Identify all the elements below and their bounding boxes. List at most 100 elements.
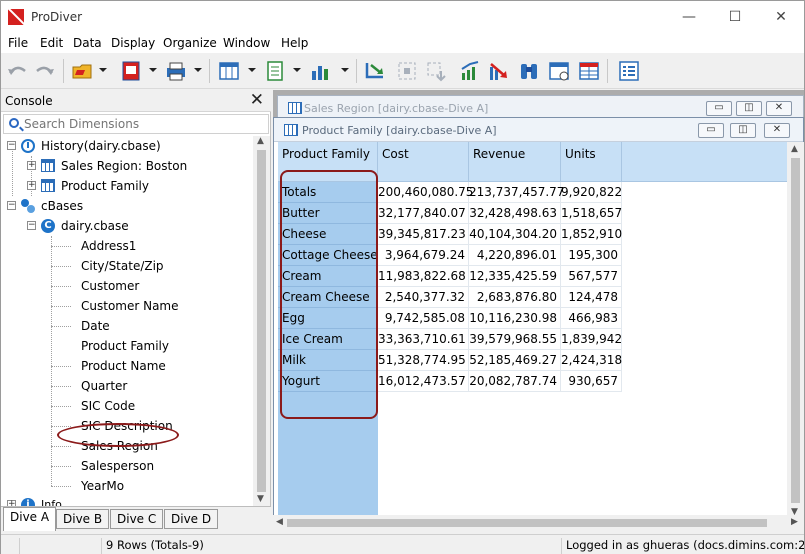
header-cost[interactable]: Cost bbox=[378, 142, 469, 182]
minimize-button[interactable]: — bbox=[666, 1, 712, 33]
tree-history-sales-region[interactable]: Sales Region: Boston bbox=[61, 156, 187, 176]
row-cost-cell[interactable]: 16,012,473.57 bbox=[378, 371, 469, 392]
console-scrollbar[interactable]: ▲ ▼ bbox=[253, 136, 270, 508]
scroll-thumb[interactable] bbox=[287, 519, 767, 527]
trend-down-icon[interactable] bbox=[487, 59, 511, 83]
row-revenue-cell[interactable]: 12,335,425.59 bbox=[469, 266, 561, 287]
row-units-cell[interactable]: 466,983 bbox=[561, 308, 622, 329]
binoculars-icon[interactable] bbox=[517, 59, 541, 83]
row-cost-cell[interactable]: 9,742,585.08 bbox=[378, 308, 469, 329]
scroll-up-icon[interactable]: ▲ bbox=[791, 144, 798, 154]
print-icon[interactable] bbox=[164, 59, 188, 83]
row-revenue-cell[interactable]: 2,683,876.80 bbox=[469, 287, 561, 308]
grid-window-icon[interactable] bbox=[577, 59, 601, 83]
drill-fit-icon[interactable] bbox=[395, 59, 419, 83]
search-dimensions[interactable] bbox=[3, 114, 269, 134]
row-revenue-cell[interactable]: 213,737,457.77 bbox=[469, 182, 564, 203]
dimension-salesperson[interactable]: Salesperson bbox=[81, 456, 154, 476]
close-button[interactable]: ✕ bbox=[758, 1, 804, 33]
scroll-thumb[interactable] bbox=[791, 158, 800, 503]
print-dropdown-arrow[interactable] bbox=[194, 68, 202, 72]
row-units-cell[interactable]: 195,300 bbox=[561, 245, 622, 266]
row-cost-cell[interactable]: 32,177,840.07 bbox=[378, 203, 469, 224]
dimension-product-family[interactable]: Product Family bbox=[81, 336, 169, 356]
collapse-icon[interactable]: − bbox=[7, 201, 16, 210]
scroll-up-icon[interactable]: ▲ bbox=[257, 136, 264, 146]
tree-info[interactable]: Info bbox=[41, 495, 62, 506]
header-revenue[interactable]: Revenue bbox=[469, 142, 561, 182]
scroll-down-icon[interactable]: ▼ bbox=[257, 494, 264, 504]
dimension-customer[interactable]: Customer bbox=[81, 276, 139, 296]
row-units-cell[interactable]: 1,518,657 bbox=[561, 203, 622, 224]
child-close-button[interactable]: ✕ bbox=[764, 123, 790, 138]
row-cost-cell[interactable]: 39,345,817.23 bbox=[378, 224, 469, 245]
header-units[interactable]: Units bbox=[561, 142, 622, 182]
dimension-date[interactable]: Date bbox=[81, 316, 110, 336]
row-revenue-cell[interactable]: 20,082,787.74 bbox=[469, 371, 561, 392]
menu-display[interactable]: Display bbox=[111, 36, 155, 50]
open-dive-icon[interactable] bbox=[71, 59, 95, 83]
child-minimize-button[interactable]: ▭ bbox=[706, 101, 732, 116]
dimension-address1[interactable]: Address1 bbox=[81, 236, 136, 256]
row-units-cell[interactable]: 1,839,942 bbox=[561, 329, 622, 350]
scroll-right-icon[interactable]: ▶ bbox=[791, 517, 798, 527]
child-minimize-button[interactable]: ▭ bbox=[698, 123, 724, 138]
menu-data[interactable]: Data bbox=[73, 36, 102, 50]
menu-edit[interactable]: Edit bbox=[40, 36, 63, 50]
row-units-cell[interactable]: 1,852,910 bbox=[561, 224, 622, 245]
collapse-icon[interactable]: − bbox=[27, 221, 36, 230]
table-layout-icon[interactable] bbox=[217, 59, 241, 83]
search-input[interactable] bbox=[24, 116, 264, 132]
menu-file[interactable]: File bbox=[8, 36, 28, 50]
tree-history-product-family[interactable]: Product Family bbox=[61, 176, 149, 196]
menu-organize[interactable]: Organize bbox=[163, 36, 217, 50]
chart-icon[interactable] bbox=[309, 59, 333, 83]
row-cost-cell[interactable]: 2,540,377.32 bbox=[378, 287, 469, 308]
expand-icon[interactable]: + bbox=[27, 161, 36, 170]
drill-down-icon[interactable] bbox=[425, 59, 449, 83]
dimension-sic-code[interactable]: SIC Code bbox=[81, 396, 135, 416]
scroll-thumb[interactable] bbox=[257, 150, 266, 492]
dimension-quarter[interactable]: Quarter bbox=[81, 376, 127, 396]
redo-icon[interactable] bbox=[33, 59, 57, 83]
row-units-cell[interactable]: 930,657 bbox=[561, 371, 622, 392]
dive-book-icon[interactable] bbox=[119, 59, 143, 83]
dimension-product-name[interactable]: Product Name bbox=[81, 356, 166, 376]
row-revenue-cell[interactable]: 4,220,896.01 bbox=[469, 245, 561, 266]
row-units-cell[interactable]: 9,920,822 bbox=[561, 182, 622, 203]
trend-up-icon[interactable] bbox=[459, 59, 483, 83]
row-cost-cell[interactable]: 11,983,822.68 bbox=[378, 266, 469, 287]
maximize-button[interactable]: ☐ bbox=[712, 1, 758, 33]
row-cost-cell[interactable]: 3,964,679.24 bbox=[378, 245, 469, 266]
row-revenue-cell[interactable]: 40,104,304.20 bbox=[469, 224, 561, 245]
row-cost-cell[interactable]: 51,328,774.95 bbox=[378, 350, 469, 371]
document-dropdown-arrow[interactable] bbox=[293, 68, 301, 72]
expand-icon[interactable]: + bbox=[27, 181, 36, 190]
undo-icon[interactable] bbox=[5, 59, 29, 83]
grid-vertical-scrollbar[interactable]: ▲ ▼ bbox=[787, 142, 804, 522]
child-close-button[interactable]: ✕ bbox=[766, 101, 792, 116]
dive-dropdown-arrow[interactable] bbox=[149, 68, 157, 72]
child-restore-button[interactable]: ◫ bbox=[730, 123, 756, 138]
dimension-city-state-zip[interactable]: City/State/Zip bbox=[81, 256, 164, 276]
menu-help[interactable]: Help bbox=[281, 36, 308, 50]
row-revenue-cell[interactable]: 10,116,230.98 bbox=[469, 308, 561, 329]
list-icon[interactable] bbox=[617, 59, 641, 83]
tab-dive-b[interactable]: Dive B bbox=[56, 509, 110, 529]
menu-window[interactable]: Window bbox=[223, 36, 270, 50]
console-close-icon[interactable]: ✕ bbox=[250, 90, 264, 110]
tree-cbase-dairy[interactable]: dairy.cbase bbox=[61, 216, 129, 236]
tab-dive-a[interactable]: Dive A bbox=[3, 507, 57, 531]
document-icon[interactable] bbox=[263, 59, 287, 83]
calendar-grid-icon[interactable] bbox=[547, 59, 571, 83]
dimension-customer-name[interactable]: Customer Name bbox=[81, 296, 179, 316]
tree-history[interactable]: History(dairy.cbase) bbox=[41, 136, 161, 156]
collapse-icon[interactable]: − bbox=[7, 141, 16, 150]
grid-horizontal-scrollbar[interactable]: ◀ ▶ bbox=[273, 515, 804, 531]
row-revenue-cell[interactable]: 32,428,498.63 bbox=[469, 203, 561, 224]
chart-dropdown-arrow[interactable] bbox=[341, 68, 349, 72]
row-cost-cell[interactable]: 33,363,710.61 bbox=[378, 329, 469, 350]
dimension-yearmo[interactable]: YearMo bbox=[81, 476, 124, 496]
row-revenue-cell[interactable]: 52,185,469.27 bbox=[469, 350, 561, 371]
tree-cbases[interactable]: cBases bbox=[41, 196, 83, 216]
